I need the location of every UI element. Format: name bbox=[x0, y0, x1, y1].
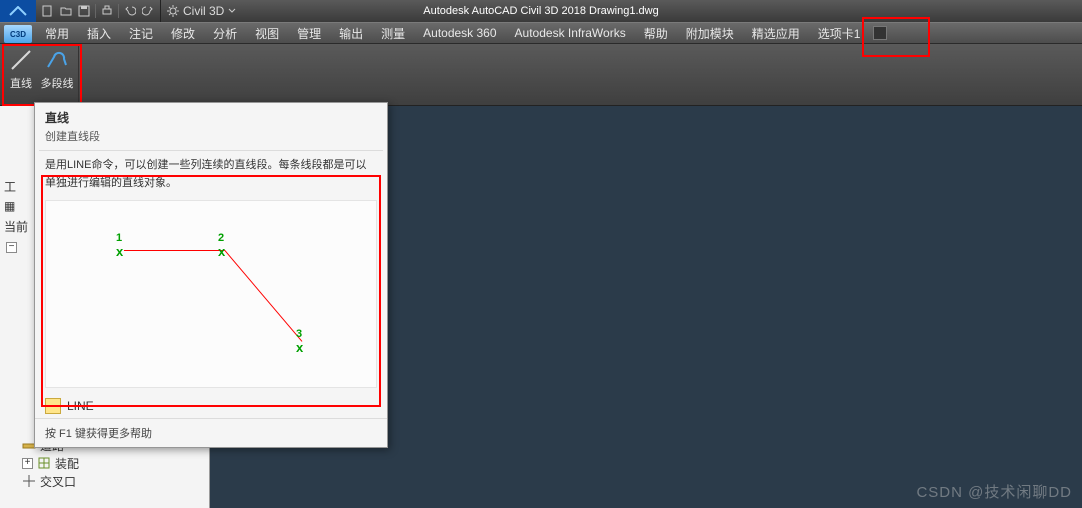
tab-extras bbox=[873, 26, 887, 40]
tooltip-subtitle: 创建直线段 bbox=[35, 128, 387, 150]
preview-point-2: 2x bbox=[218, 231, 225, 259]
new-icon[interactable] bbox=[40, 3, 56, 19]
undo-icon[interactable] bbox=[122, 3, 138, 19]
quick-access-toolbar bbox=[36, 0, 161, 22]
app-menu-button[interactable] bbox=[0, 0, 36, 22]
tab-annotate[interactable]: 注记 bbox=[120, 23, 162, 43]
workspace-switcher[interactable]: Civil 3D bbox=[161, 4, 242, 18]
print-icon[interactable] bbox=[99, 3, 115, 19]
tree-label-assembly: 装配 bbox=[55, 455, 79, 472]
tab-output[interactable]: 输出 bbox=[330, 23, 372, 43]
preview-point-1: 1x bbox=[116, 231, 123, 259]
gear-icon bbox=[167, 5, 179, 17]
tab-modify[interactable]: 修改 bbox=[162, 23, 204, 43]
workspace-label: Civil 3D bbox=[183, 4, 224, 18]
app-icon-small[interactable]: C3D bbox=[4, 25, 32, 43]
tab-analyze[interactable]: 分析 bbox=[204, 23, 246, 43]
tab-infraworks[interactable]: Autodesk InfraWorks bbox=[506, 23, 635, 43]
tab-a360[interactable]: Autodesk 360 bbox=[414, 23, 505, 43]
polyline-icon bbox=[44, 47, 70, 73]
tree-label-intersection: 交叉口 bbox=[40, 473, 76, 490]
tooltip-title: 直线 bbox=[35, 103, 387, 128]
tree-node-assembly[interactable]: + 装配 bbox=[6, 454, 209, 472]
watermark: CSDN @技术闲聊DD bbox=[916, 481, 1072, 502]
collapse-icon[interactable]: − bbox=[6, 242, 17, 253]
tooltip-command-row: LINE bbox=[35, 394, 387, 418]
tab-featured[interactable]: 精选应用 bbox=[743, 23, 809, 43]
save-icon[interactable] bbox=[76, 3, 92, 19]
open-icon[interactable] bbox=[58, 3, 74, 19]
preview-lines bbox=[46, 201, 376, 387]
tab-manage[interactable]: 管理 bbox=[288, 23, 330, 43]
tooltip-command: LINE bbox=[67, 399, 94, 413]
tab-custom1[interactable]: 选项卡1 bbox=[809, 23, 870, 43]
intersection-icon bbox=[22, 474, 36, 488]
tab-addons[interactable]: 附加模块 bbox=[677, 23, 743, 43]
tab-help[interactable]: 帮助 bbox=[635, 23, 677, 43]
tab-insert[interactable]: 插入 bbox=[78, 23, 120, 43]
assembly-icon bbox=[37, 456, 51, 470]
line-label: 直线 bbox=[10, 75, 32, 91]
polyline-button[interactable]: 多段线 bbox=[40, 46, 74, 92]
polyline-label: 多段线 bbox=[41, 75, 74, 91]
tooltip-preview: 1x 2x 3x bbox=[45, 200, 377, 388]
chevron-down-icon bbox=[228, 7, 236, 15]
tab-survey[interactable]: 测量 bbox=[372, 23, 414, 43]
command-icon bbox=[45, 398, 61, 414]
ribbon-tabs: C3D 常用 插入 注记 修改 分析 视图 管理 输出 测量 Autodesk … bbox=[0, 22, 1082, 44]
expand-icon[interactable]: + bbox=[22, 458, 33, 469]
line-icon bbox=[8, 47, 34, 73]
ribbon: 直线 多段线 bbox=[0, 44, 1082, 106]
toolbox-label: 工 bbox=[4, 178, 16, 195]
ribbon-group-draw: 直线 多段线 bbox=[0, 44, 79, 105]
tree-node-intersection[interactable]: 交叉口 bbox=[6, 472, 209, 490]
tab-home[interactable]: 常用 bbox=[36, 23, 78, 43]
title-bar: Civil 3D Autodesk AutoCAD Civil 3D 2018 … bbox=[0, 0, 1082, 22]
command-tooltip: 直线 创建直线段 是用LINE命令，可以创建一些列连续的直线段。每条线段都是可以… bbox=[34, 102, 388, 448]
line-button[interactable]: 直线 bbox=[4, 46, 38, 92]
redo-icon[interactable] bbox=[140, 3, 156, 19]
tooltip-description: 是用LINE命令，可以创建一些列连续的直线段。每条线段都是可以单独进行编辑的直线… bbox=[35, 157, 387, 200]
palette-icon: ▦ bbox=[4, 199, 15, 213]
panel-toggle-icon[interactable] bbox=[873, 26, 887, 40]
current-label: 当前 bbox=[4, 218, 28, 235]
tooltip-help: 按 F1 键获得更多帮助 bbox=[35, 418, 387, 447]
preview-point-3: 3x bbox=[296, 327, 303, 355]
tab-view[interactable]: 视图 bbox=[246, 23, 288, 43]
